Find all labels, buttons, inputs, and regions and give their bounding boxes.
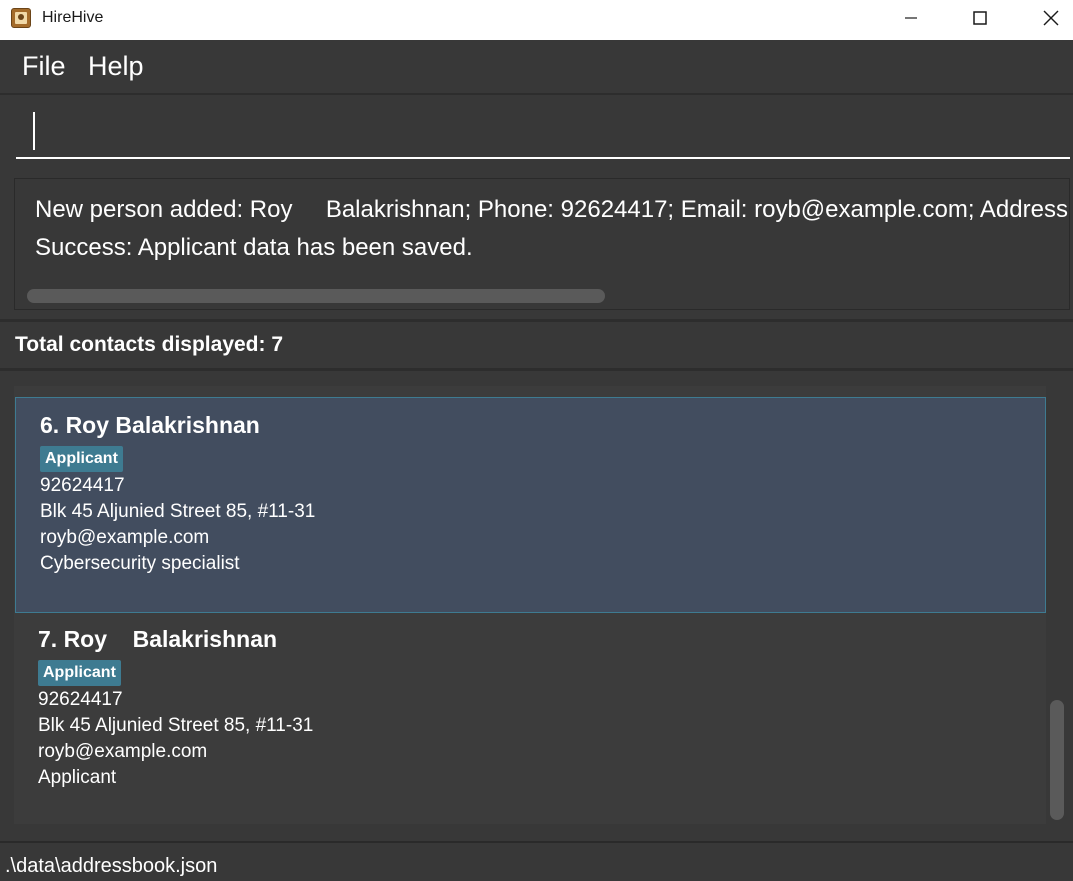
person-card-selected[interactable]: 6. Roy Balakrishnan Applicant 92624417 B… <box>15 397 1046 613</box>
minimize-button[interactable] <box>888 0 934 36</box>
person-note: Cybersecurity specialist <box>40 553 240 574</box>
minimize-icon <box>905 17 917 19</box>
person-address: Blk 45 Aljunied Street 85, #11-31 <box>38 715 314 736</box>
person-name: 7. Roy Balakrishnan <box>38 626 278 652</box>
person-phone: 92624417 <box>38 689 123 710</box>
role-tag: Applicant <box>40 446 123 472</box>
vertical-scrollbar[interactable] <box>1050 700 1064 820</box>
maximize-icon <box>973 11 987 25</box>
person-card[interactable]: 7. Roy Balakrishnan Applicant 92624417 B… <box>14 614 1046 824</box>
close-button[interactable] <box>1028 0 1073 36</box>
person-note: Applicant <box>38 767 117 788</box>
contacts-count-label: Total contacts displayed: 7 <box>15 333 284 356</box>
person-phone: 92624417 <box>40 475 125 496</box>
command-input[interactable] <box>16 107 1070 159</box>
close-icon <box>1043 10 1059 26</box>
title-bar: HireHive <box>0 0 1073 40</box>
person-email: royb@example.com <box>40 527 210 548</box>
menu-help[interactable]: Help <box>88 50 144 82</box>
save-file-path: .\data\addressbook.json <box>5 855 218 877</box>
result-message-line: New person added: Roy Balakrishnan; Phon… <box>35 196 1070 223</box>
text-caret <box>33 112 35 150</box>
maximize-button[interactable] <box>957 0 1003 36</box>
person-list[interactable]: 6. Roy Balakrishnan Applicant 92624417 B… <box>14 386 1046 824</box>
command-box <box>0 95 1073 170</box>
divider <box>0 368 1073 371</box>
menu-file[interactable]: File <box>22 50 66 82</box>
menu-bar: File Help <box>0 40 1073 95</box>
status-bar: .\data\addressbook.json <box>0 841 1073 881</box>
result-display[interactable]: New person added: Roy Balakrishnan; Phon… <box>14 178 1070 310</box>
role-tag: Applicant <box>38 660 121 686</box>
divider <box>0 319 1073 322</box>
person-email: royb@example.com <box>38 741 208 762</box>
horizontal-scrollbar[interactable] <box>27 289 605 303</box>
address-book-icon <box>11 8 31 28</box>
person-name: 6. Roy Balakrishnan <box>40 412 260 438</box>
result-status-line: Success: Applicant data has been saved. <box>35 234 473 261</box>
window-title: HireHive <box>42 9 104 26</box>
person-address: Blk 45 Aljunied Street 85, #11-31 <box>40 501 316 522</box>
